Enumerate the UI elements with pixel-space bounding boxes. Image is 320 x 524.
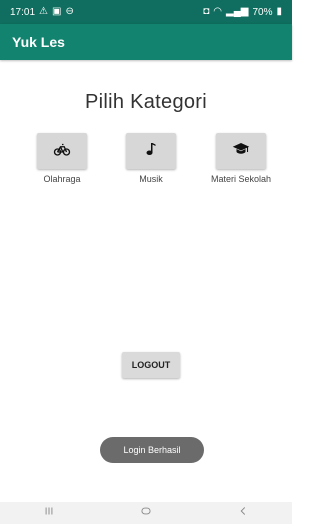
back-button[interactable] [223, 502, 263, 524]
recent-apps-button[interactable] [29, 502, 69, 524]
status-time: 17:01 [10, 6, 36, 18]
back-icon [236, 504, 250, 523]
bicycle-icon [53, 140, 71, 163]
app-bar: Yuk Les [0, 24, 292, 60]
recent-apps-icon [42, 504, 56, 523]
app-title: Yuk Les [12, 34, 65, 50]
home-button[interactable] [126, 502, 166, 524]
toast-message: Login Berhasil [100, 437, 204, 463]
category-label-olahraga: Olahraga [43, 174, 81, 184]
battery-icon: ▮ [276, 6, 282, 17]
battery-percent: 70% [252, 6, 273, 18]
alarm-icon: ◘ [203, 6, 210, 17]
music-note-icon [142, 140, 160, 163]
system-nav-bar [0, 502, 292, 524]
category-label-materi-sekolah: Materi Sekolah [210, 174, 272, 184]
logout-button[interactable]: LOGOUT [122, 352, 180, 378]
category-label-musik: Musik [139, 174, 163, 184]
wifi-icon: ◠ [213, 6, 222, 17]
image-notification-icon: ▣ [52, 6, 62, 17]
page-title: Pilih Kategori [84, 91, 208, 113]
category-button-olahraga[interactable] [37, 133, 87, 169]
signal-icon: ▂▄▆ [226, 6, 249, 17]
category-button-musik[interactable] [126, 133, 176, 169]
notification-icon: ⚠ [39, 6, 48, 17]
do-not-disturb-icon: ⊖ [65, 6, 74, 17]
category-button-materi-sekolah[interactable] [216, 133, 266, 169]
home-icon [139, 504, 153, 523]
status-bar: 17:01 ⚠ ▣ ⊖ ◘ ◠ ▂▄▆ 70% ▮ [0, 0, 292, 24]
graduation-cap-icon [232, 140, 250, 163]
